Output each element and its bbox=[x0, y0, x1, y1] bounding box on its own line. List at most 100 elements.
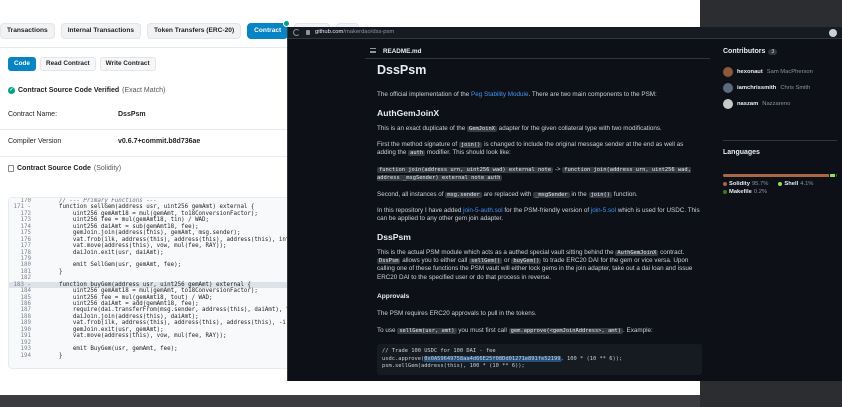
inline-code: sellGem(usr, amt) bbox=[397, 328, 457, 334]
language-bar-segment bbox=[830, 174, 835, 177]
compiler-label: Compiler Version bbox=[8, 138, 62, 145]
contributor-name: Sam MacPherson bbox=[766, 69, 813, 75]
join-5-auth-link[interactable]: join-5-auth.sol bbox=[463, 207, 503, 214]
readme-header: README.md bbox=[365, 44, 710, 59]
reload-icon[interactable] bbox=[293, 29, 300, 36]
repo-sidebar: Contributors 3 hexonaut Sam MacPherson ia… bbox=[721, 44, 839, 381]
avatar bbox=[723, 99, 733, 109]
example-code-block[interactable]: // Trade 100 USDC for 100 DAI - fee usdc.… bbox=[377, 344, 702, 375]
heading-authgemjoinx: AuthGemJoinX bbox=[377, 108, 440, 118]
tab-contract[interactable]: Contract bbox=[247, 20, 291, 39]
inline-code: _msgSender bbox=[533, 192, 570, 198]
contract-subtabs: Code Read Contract Write Contract bbox=[8, 57, 156, 71]
text: This is an exact duplicate of the bbox=[377, 125, 467, 132]
text: The official implementation of the bbox=[377, 91, 472, 98]
text: modifier. This should look like: bbox=[425, 149, 511, 157]
inline-code: AuthGemJoinX bbox=[615, 250, 659, 256]
language-item[interactable]: Shell 4.1% bbox=[778, 181, 813, 187]
text: usdc.approve( bbox=[382, 355, 425, 362]
source-subtitle: (Solidity) bbox=[93, 165, 122, 172]
readme-title: DssPsm bbox=[377, 63, 427, 77]
code-text: vat.move(address(this), vow, mul(fee, RA… bbox=[45, 333, 227, 340]
inline-code: GemJoinX bbox=[466, 126, 497, 132]
inline-code: buyGem() bbox=[511, 258, 542, 265]
verified-title: Contract Source Code Verified bbox=[18, 87, 120, 94]
paragraph: First the method signature of join() is … bbox=[377, 141, 702, 157]
language-name: Solidity bbox=[729, 181, 750, 187]
selected-address: 0x0A59649758aa4d66E25f08Dd01271e891fe521… bbox=[424, 355, 561, 362]
contributor-item[interactable]: hexonaut Sam MacPherson bbox=[723, 67, 813, 77]
peg-stability-module-link[interactable]: Peg Stability Module bbox=[471, 91, 528, 98]
code-line: psm.sellGem(address(this), 100 * (10 ** … bbox=[382, 363, 525, 370]
subtab-code[interactable]: Code bbox=[8, 57, 36, 71]
code-line: // Trade 100 USDC for 100 DAI - fee bbox=[382, 348, 496, 354]
code-text: } bbox=[45, 352, 63, 359]
text: adapter for the given collateral type wi… bbox=[496, 125, 662, 132]
paragraph: In this repository I have added join-5-a… bbox=[377, 207, 702, 223]
text: you must first call bbox=[456, 327, 509, 334]
contributor-name: Chris Smith bbox=[780, 85, 811, 91]
avatar bbox=[723, 83, 733, 93]
inline-code: msg.sender bbox=[445, 192, 482, 198]
text: in the bbox=[569, 191, 589, 198]
text: First the method signature of bbox=[377, 141, 459, 148]
subtab-read-contract[interactable]: Read Contract bbox=[39, 57, 96, 71]
tab-internal-transactions[interactable]: Internal Transactions bbox=[60, 23, 142, 39]
contributor-item[interactable]: iamchrissmith Chris Smith bbox=[723, 83, 810, 93]
text: , 100 * (10 ** 6)); bbox=[560, 355, 623, 362]
verified-subtitle: (Exact Match) bbox=[122, 87, 166, 94]
screenshot-stage: Transactions Internal Transactions Token… bbox=[0, 0, 842, 407]
text: function. bbox=[612, 191, 638, 198]
contributor-name: Nazzareno bbox=[762, 101, 791, 107]
text: This is the actual PSM module which acts… bbox=[377, 249, 616, 256]
verified-heading: ✓ Contract Source Code Verified (Exact M… bbox=[8, 87, 165, 94]
url-host: github.com bbox=[315, 29, 344, 35]
lock-icon bbox=[306, 30, 310, 35]
text: for the PSM-friendly version of bbox=[502, 207, 591, 214]
paragraph: This is an exact duplicate of the GemJoi… bbox=[377, 125, 702, 133]
url-path: /makerdao/dss-psm bbox=[343, 29, 395, 35]
inline-code: function join(address urn, uint256 wad) … bbox=[377, 167, 554, 173]
contract-name-label: Contract Name: bbox=[8, 111, 58, 118]
contributors-count: 3 bbox=[768, 49, 778, 55]
document-icon bbox=[8, 165, 14, 172]
heading-dsspsm: DssPsm bbox=[377, 232, 411, 242]
code-line: usdc.approve(0x0A59649758aa4d66E25f08Dd0… bbox=[382, 355, 697, 364]
languages-heading: Languages bbox=[723, 149, 760, 156]
tab-transactions[interactable]: Transactions bbox=[0, 23, 55, 39]
compiler-row: Compiler Version v0.6.7+commit.b8d736ae bbox=[8, 138, 200, 145]
inline-code: sellGem() bbox=[469, 258, 503, 265]
language-percent: 4.1% bbox=[800, 181, 814, 187]
text: -> bbox=[553, 166, 563, 173]
contributor-item[interactable]: naszam Nazzareno bbox=[723, 99, 790, 109]
language-item[interactable]: Solidity 95.7% bbox=[723, 181, 768, 187]
contract-name-row: Contract Name: DssPsm bbox=[8, 111, 146, 118]
languages-list: Solidity 95.7% Shell 4.1% Makefile 0.2% bbox=[723, 181, 839, 195]
language-dot bbox=[778, 182, 783, 186]
github-icon[interactable] bbox=[829, 29, 837, 37]
text: To use bbox=[377, 327, 398, 334]
tab-token-transfers[interactable]: Token Transfers (ERC-20) bbox=[147, 23, 242, 39]
readme-intro: The official implementation of the Peg S… bbox=[377, 91, 702, 99]
url-text[interactable]: github.com/makerdao/dss-psm bbox=[315, 29, 394, 35]
language-item[interactable]: Makefile 0.2% bbox=[723, 189, 767, 195]
contributor-username: naszam bbox=[737, 101, 759, 107]
verified-check-icon bbox=[283, 20, 291, 27]
contributor-username: iamchrissmith bbox=[737, 85, 777, 91]
line-number: 194 bbox=[20, 352, 31, 359]
contributors-heading[interactable]: Contributors 3 bbox=[723, 48, 778, 55]
join-5-link[interactable]: join-5.sol bbox=[591, 207, 616, 214]
subtab-write-contract[interactable]: Write Contract bbox=[99, 57, 156, 71]
browser-address-bar[interactable]: github.com/makerdao/dss-psm bbox=[288, 27, 842, 39]
avatar bbox=[723, 67, 733, 77]
divider bbox=[723, 140, 837, 141]
paragraph: Second, all instances of msg.sender are … bbox=[377, 191, 702, 199]
compiler-value: v0.6.7+commit.b8d736ae bbox=[118, 138, 201, 145]
paragraph: To use sellGem(usr, amt) you must first … bbox=[377, 327, 702, 335]
language-bar-segment bbox=[723, 174, 830, 177]
list-icon[interactable] bbox=[370, 48, 376, 53]
language-name: Makefile bbox=[729, 189, 752, 195]
contributor-username: hexonaut bbox=[737, 69, 763, 75]
readme-filename: README.md bbox=[383, 48, 422, 55]
language-percent: 0.2% bbox=[753, 189, 768, 195]
